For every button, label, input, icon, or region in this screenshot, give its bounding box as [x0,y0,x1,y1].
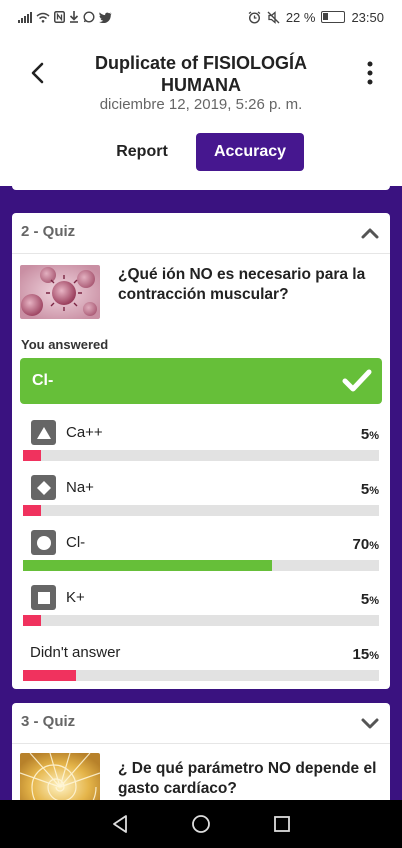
your-answer-text: Cl- [32,372,54,389]
option-label: K+ [66,589,85,606]
option-percent: 70% [352,536,379,553]
question-card: 3 - Quiz ¿ De qué parámetro NO depende e… [12,703,390,800]
nav-back-button[interactable] [108,812,132,836]
chevron-up-icon[interactable] [360,225,380,241]
option-bar [23,615,379,626]
mute-icon [267,10,280,24]
option-bar-fill [23,560,273,571]
signal-icon [18,11,32,23]
chevron-left-icon [31,62,44,84]
option-bar [23,450,379,461]
your-answer-banner: Cl- [20,358,382,404]
option-bar [23,505,379,516]
option-bar [23,560,379,571]
question-image [20,753,100,800]
no-answer-row: Didn't answer 15% [23,640,379,686]
battery-percent: 22 % [285,9,316,25]
no-answer-percent: 15% [352,646,379,663]
download-icon [69,11,79,23]
results-list[interactable]: 2 - Quiz ¿Qué ión NO es necesario para l… [0,186,402,800]
chevron-down-icon[interactable] [360,715,380,731]
question-image [20,265,100,319]
option-bar-fill [23,505,41,516]
back-button[interactable] [22,58,52,88]
answer-option: Na+ 5% [23,475,379,521]
option-label: Na+ [66,479,94,496]
system-navigation-bar [0,800,402,848]
option-label: Ca++ [66,424,103,441]
status-bar: 22 % 23:50 [0,0,402,34]
question-card: 2 - Quiz ¿Qué ión NO es necesario para l… [12,213,390,689]
answer-option: Ca++ 5% [23,420,379,466]
option-label: Cl- [66,534,86,551]
option-percent: 5% [360,481,379,498]
divider [12,253,390,254]
question-heading: 3 - Quiz [21,713,76,730]
nfc-icon [54,11,65,23]
wifi-icon [36,12,50,23]
page-title: Duplicate of FISIOLOGÍA HUMANA [94,53,307,95]
option-percent: 5% [360,426,379,443]
option-bar-fill [23,615,41,626]
battery-icon [321,11,346,23]
no-answer-bar-fill [23,670,77,681]
nav-home-button[interactable] [189,812,213,836]
previous-question-card [12,186,390,190]
you-answered-label: You answered [21,337,109,352]
whatsapp-icon [83,11,95,23]
tab-accuracy[interactable]: Accuracy [196,133,304,171]
checkmark-icon [342,369,372,392]
triangle-icon [31,420,56,445]
question-text: ¿ De qué parámetro NO depende el gasto c… [118,760,377,797]
page-date: diciembre 12, 2019, 5:26 p. m. [99,96,303,113]
diamond-icon [31,475,56,500]
option-bar-fill [23,450,41,461]
triangle-back-icon [113,815,128,833]
answer-option: Cl- 70% [23,530,379,576]
circle-icon [31,530,56,555]
divider [12,743,390,744]
more-options-button[interactable] [360,58,380,88]
square-icon [31,585,56,610]
status-icons-right: 22 % 23:50 [248,10,384,25]
option-percent: 5% [360,591,379,608]
more-vertical-icon [367,61,373,85]
nav-recents-button[interactable] [270,812,294,836]
header: Duplicate of FISIOLOGÍA HUMANA diciembre… [0,34,402,186]
status-icons-left [18,11,112,23]
clock: 23:50 [351,9,384,25]
no-answer-bar [23,670,379,681]
question-heading: 2 - Quiz [21,223,76,240]
twitter-icon [99,11,112,23]
question-text: ¿Qué ión NO es necesario para la contrac… [118,266,366,303]
no-answer-label: Didn't answer [30,644,121,661]
alarm-icon [248,10,261,24]
answer-option: K+ 5% [23,585,379,631]
tab-report[interactable]: Report [100,133,184,171]
home-circle-icon [192,815,210,833]
recents-square-icon [273,816,290,832]
